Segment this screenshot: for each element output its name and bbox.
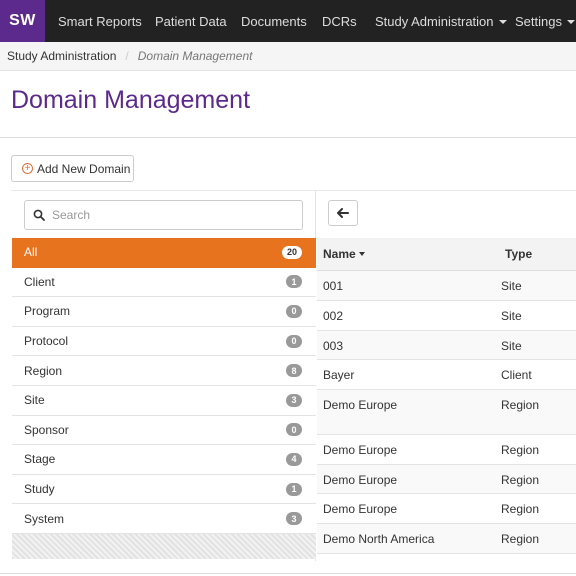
table-body: 001 Site 002 Site 003 Site Bayer Client … <box>317 271 576 554</box>
category-system[interactable]: System 3 <box>12 504 316 534</box>
chevron-down-icon <box>566 19 575 24</box>
cell-name: 002 <box>323 309 344 323</box>
category-label: Study <box>24 482 55 497</box>
nav-settings-label: Settings <box>515 14 562 29</box>
count-badge: 1 <box>286 275 302 289</box>
cell-type: Region <box>501 532 540 546</box>
category-label: Site <box>24 393 45 408</box>
list-footer-hatch <box>12 534 316 559</box>
count-badge: 1 <box>286 482 302 496</box>
table-row[interactable]: 003 Site <box>317 331 576 360</box>
domain-panel: All 20 Client 1 Program 0 Protocol 0 Reg… <box>11 190 576 561</box>
top-nav: SW Smart Reports Patient Data Documents … <box>0 0 576 42</box>
sort-caret-icon <box>358 251 365 256</box>
page-title: Domain Management <box>11 86 251 114</box>
cell-name: Demo Europe <box>323 473 398 487</box>
count-badge: 4 <box>286 452 302 466</box>
category-label: Stage <box>24 452 56 467</box>
column-name-header[interactable]: Name <box>317 247 499 261</box>
category-protocol[interactable]: Protocol 0 <box>12 326 316 357</box>
title-divider <box>0 137 576 138</box>
category-label: Protocol <box>24 334 69 349</box>
category-label: Program <box>24 304 71 319</box>
category-site[interactable]: Site 3 <box>12 385 316 416</box>
arrow-left-icon <box>337 208 349 218</box>
count-badge: 0 <box>286 334 302 348</box>
cell-type: Region <box>501 473 540 487</box>
category-all[interactable]: All 20 <box>12 238 316 268</box>
nav-settings[interactable]: Settings <box>515 14 575 29</box>
category-stage[interactable]: Stage 4 <box>12 445 316 475</box>
table-row[interactable]: Demo Europe Region <box>317 465 576 494</box>
category-pane: All 20 Client 1 Program 0 Protocol 0 Reg… <box>11 191 316 561</box>
category-sponsor[interactable]: Sponsor 0 <box>12 415 316 446</box>
table-row[interactable]: Demo Europe Region <box>317 390 576 435</box>
table-row[interactable]: Demo Europe Region <box>317 494 576 524</box>
category-label: All <box>24 245 38 260</box>
cell-type: Site <box>501 339 522 353</box>
category-list: All 20 Client 1 Program 0 Protocol 0 Reg… <box>12 238 316 534</box>
table-row[interactable]: 001 Site <box>317 271 576 301</box>
category-label: Region <box>24 363 63 378</box>
search-input[interactable] <box>52 208 292 222</box>
breadcrumb: Study Administration / Domain Management <box>0 42 576 71</box>
category-region[interactable]: Region 8 <box>12 356 316 386</box>
cell-name: Demo Europe <box>323 398 398 412</box>
column-type-header[interactable]: Type <box>499 247 532 261</box>
category-program[interactable]: Program 0 <box>12 297 316 327</box>
cell-type: Site <box>501 279 522 293</box>
cell-name: Demo Europe <box>323 443 398 457</box>
cell-name: 001 <box>323 279 344 293</box>
back-button[interactable] <box>328 200 358 226</box>
cell-name: Bayer <box>323 368 355 382</box>
cell-name: 003 <box>323 339 344 353</box>
nav-study-administration-label: Study Administration <box>375 14 494 29</box>
breadcrumb-study-administration[interactable]: Study Administration <box>7 49 116 63</box>
category-label: Sponsor <box>24 422 69 437</box>
count-badge: 0 <box>286 304 302 318</box>
nav-study-administration[interactable]: Study Administration <box>375 14 507 29</box>
category-client[interactable]: Client 1 <box>12 267 316 298</box>
column-name-label: Name <box>323 247 356 261</box>
category-label: Client <box>24 274 55 289</box>
add-domain-button[interactable]: + Add New Domain <box>11 155 134 182</box>
search-box[interactable] <box>24 200 303 230</box>
count-badge: 8 <box>286 364 302 378</box>
cell-name: Demo North America <box>323 532 435 546</box>
table-header: Name Type <box>317 238 576 271</box>
bottom-divider <box>0 573 576 574</box>
count-badge: 0 <box>286 423 302 437</box>
cell-type: Region <box>501 502 540 516</box>
domain-table: Name Type 001 Site 002 Site 003 Site Bay… <box>317 238 576 554</box>
breadcrumb-current: Domain Management <box>137 49 253 63</box>
nav-dcrs[interactable]: DCRs <box>322 14 357 29</box>
table-row[interactable]: Demo North America Region <box>317 524 576 554</box>
chevron-down-icon <box>498 19 507 24</box>
add-domain-label: Add New Domain <box>37 161 131 176</box>
cell-name: Demo Europe <box>323 502 398 516</box>
search-icon <box>33 209 45 221</box>
breadcrumb-separator: / <box>125 49 129 63</box>
count-badge: 3 <box>286 512 302 526</box>
nav-smart-reports[interactable]: Smart Reports <box>58 14 142 29</box>
brand-logo[interactable]: SW <box>0 0 45 42</box>
table-row[interactable]: 002 Site <box>317 301 576 331</box>
table-row[interactable]: Bayer Client <box>317 360 576 390</box>
cell-type: Region <box>501 398 540 412</box>
count-badge: 20 <box>282 245 302 259</box>
cell-type: Region <box>501 443 540 457</box>
cell-type: Site <box>501 309 522 323</box>
table-row[interactable]: Demo Europe Region <box>317 435 576 465</box>
cell-type: Client <box>501 368 532 382</box>
nav-patient-data[interactable]: Patient Data <box>155 14 227 29</box>
category-study[interactable]: Study 1 <box>12 474 316 505</box>
nav-documents[interactable]: Documents <box>241 14 307 29</box>
plus-circle-icon: + <box>22 163 33 174</box>
category-label: System <box>24 511 65 526</box>
count-badge: 3 <box>286 393 302 407</box>
